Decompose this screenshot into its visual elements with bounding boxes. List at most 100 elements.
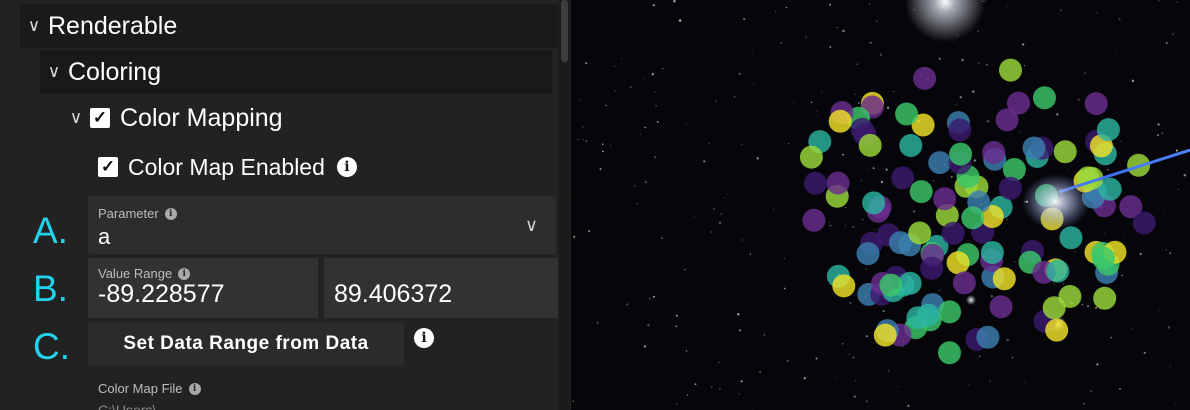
star	[636, 202, 639, 205]
data-point	[961, 206, 985, 230]
star	[718, 221, 722, 224]
star	[803, 377, 806, 380]
annotation-marker-c: C.	[33, 326, 70, 367]
star	[662, 67, 664, 70]
star	[879, 53, 883, 56]
data-point	[799, 145, 823, 169]
star	[703, 160, 706, 163]
star	[1082, 402, 1086, 405]
star	[1131, 79, 1135, 83]
chevron-down-icon[interactable]: ∨	[525, 215, 538, 236]
star	[643, 345, 647, 348]
star	[710, 230, 713, 233]
star	[1086, 305, 1090, 308]
star	[763, 334, 766, 336]
color-mapping-header[interactable]: ∨ ✓ Color Mapping	[62, 96, 552, 140]
star	[844, 224, 846, 226]
star	[633, 184, 636, 187]
star	[1173, 72, 1175, 74]
star	[1143, 351, 1146, 354]
render-viewport[interactable]	[571, 0, 1190, 410]
star	[1024, 381, 1026, 383]
panel-scrollbar[interactable]	[559, 0, 570, 410]
info-icon[interactable]: i	[164, 207, 177, 220]
star	[861, 218, 864, 221]
star	[621, 58, 623, 60]
data-point	[802, 208, 826, 232]
star	[1059, 55, 1061, 57]
star	[1077, 98, 1080, 102]
star	[842, 29, 845, 33]
star	[1107, 169, 1109, 171]
star	[959, 96, 962, 99]
star	[954, 57, 955, 59]
value-range-min-field[interactable]: Value Range i -89.228577	[88, 258, 318, 318]
info-icon[interactable]: i	[178, 267, 191, 280]
data-point	[920, 256, 944, 280]
star	[610, 145, 612, 147]
coloring-header[interactable]: ∨ Coloring	[40, 50, 552, 94]
star	[666, 244, 668, 246]
star	[955, 103, 958, 106]
star	[852, 356, 855, 359]
star	[660, 237, 663, 240]
color-mapping-label: Color Mapping	[120, 103, 283, 132]
star	[643, 77, 646, 79]
star	[829, 224, 832, 227]
star	[1056, 113, 1059, 116]
data-point	[1096, 118, 1120, 142]
star	[865, 400, 869, 403]
parameter-dropdown[interactable]: Parameter i a ∨	[88, 196, 556, 254]
star	[1014, 261, 1016, 263]
star	[853, 395, 856, 398]
star	[675, 325, 678, 328]
value-range-max-field[interactable]: 89.406372	[324, 258, 558, 318]
comet-glow	[1022, 174, 1090, 230]
star	[694, 383, 697, 386]
star	[1124, 232, 1125, 234]
data-point	[999, 58, 1022, 82]
star	[857, 101, 860, 105]
star	[783, 287, 786, 290]
renderable-label: Renderable	[48, 11, 178, 40]
star	[912, 210, 916, 213]
star	[876, 20, 878, 22]
star	[585, 62, 588, 65]
scrollbar-thumb[interactable]	[561, 0, 568, 62]
data-point	[856, 242, 880, 266]
data-point	[891, 166, 915, 190]
value-range-min[interactable]: -89.228577	[98, 280, 225, 309]
star	[759, 371, 762, 374]
color-mapping-checkbox[interactable]: ✓	[90, 108, 110, 128]
data-point	[998, 176, 1022, 200]
star	[740, 380, 743, 383]
star	[1084, 245, 1086, 247]
info-icon[interactable]: i	[336, 157, 357, 177]
color-map-file-value[interactable]: C:\Users\...	[98, 402, 168, 410]
star	[848, 353, 851, 356]
data-point	[879, 273, 903, 297]
star	[673, 0, 676, 3]
value-range-max[interactable]: 89.406372	[334, 280, 452, 309]
star	[968, 384, 970, 386]
star	[653, 295, 655, 298]
data-point	[908, 221, 932, 245]
data-point	[933, 187, 957, 211]
data-point	[989, 295, 1013, 319]
star	[989, 380, 991, 382]
data-point	[949, 142, 973, 166]
renderable-header[interactable]: ∨ Renderable	[20, 4, 558, 48]
set-data-range-button[interactable]: Set Data Range from Data	[88, 322, 404, 366]
star	[1110, 336, 1112, 339]
info-icon[interactable]: i	[188, 382, 201, 395]
info-icon[interactable]: i	[414, 328, 434, 348]
data-point	[938, 341, 961, 365]
color-map-enabled-checkbox[interactable]: ✓	[98, 157, 118, 177]
star	[961, 58, 964, 62]
data-point	[1022, 136, 1046, 160]
star	[1157, 123, 1160, 126]
star	[720, 213, 723, 215]
star	[743, 18, 746, 21]
data-point	[992, 267, 1016, 291]
annotation-marker-b: B.	[33, 268, 68, 309]
